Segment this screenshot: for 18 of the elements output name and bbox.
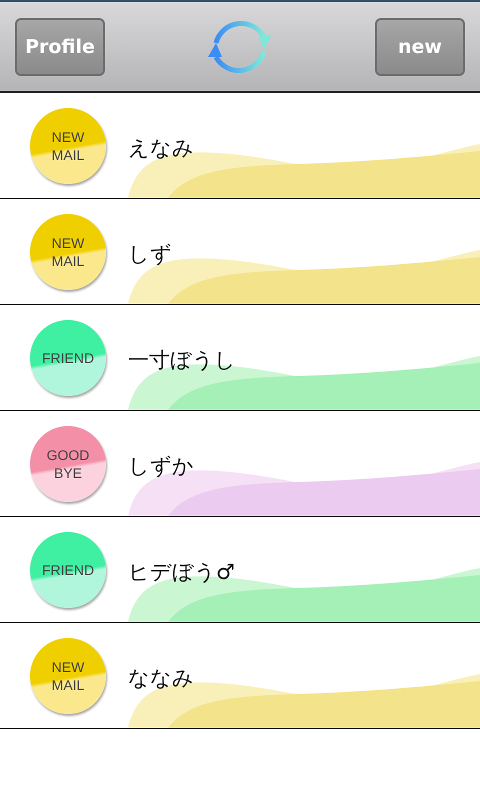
contact-name: ヒデぼう♂ (128, 558, 235, 586)
status-badge: FRIEND (30, 532, 106, 608)
contact-row[interactable]: NEW MAIL しず (0, 199, 480, 305)
status-badge: NEW MAIL (30, 214, 106, 290)
status-badge: NEW MAIL (30, 108, 106, 184)
contact-name: しずか (128, 452, 194, 480)
contact-row[interactable]: GOOD BYE しずか (0, 411, 480, 517)
contact-row[interactable]: FRIEND ヒデぼう♂ (0, 517, 480, 623)
contact-row[interactable]: FRIEND 一寸ぼうし (0, 305, 480, 411)
contact-name: 一寸ぼうし (128, 346, 236, 374)
status-badge: NEW MAIL (30, 638, 106, 714)
contact-row[interactable]: NEW MAIL ななみ (0, 623, 480, 729)
contact-row[interactable]: NEW MAIL えなみ (0, 93, 480, 199)
status-badge: FRIEND (30, 320, 106, 396)
contact-name: えなみ (128, 134, 194, 162)
contact-name: ななみ (128, 664, 194, 692)
contact-name: しず (128, 240, 172, 268)
status-badge: GOOD BYE (30, 426, 106, 502)
